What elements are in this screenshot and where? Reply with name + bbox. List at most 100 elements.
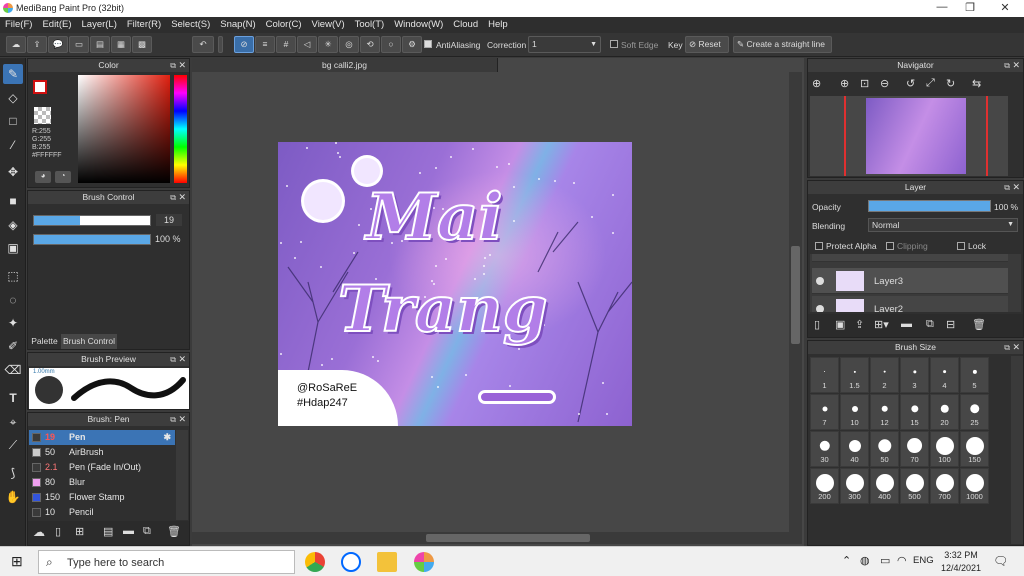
close-icon[interactable]: ✕ [178, 191, 186, 204]
curve-snap-icon[interactable]: ⟲ [360, 36, 380, 53]
rotate-left-icon[interactable]: ↺ [906, 77, 915, 90]
move-tool-icon[interactable]: ✥ [3, 162, 23, 182]
menu-window[interactable]: Window(W) [389, 17, 448, 30]
menu-color[interactable]: Color(C) [261, 17, 307, 30]
text-tool-icon[interactable]: T [3, 388, 23, 408]
brush-item-pencil[interactable]: 10 Pencil [29, 505, 175, 520]
minimize-button[interactable]: — [927, 1, 957, 15]
soft-edge-checkbox[interactable] [610, 40, 618, 48]
tab-brush-control[interactable]: Brush Control [61, 334, 117, 349]
share-icon[interactable]: ⇪ [27, 36, 47, 53]
fill-shape-tool-icon[interactable]: ■ [3, 191, 23, 211]
gradient-tool-icon[interactable]: ▣ [3, 238, 23, 258]
brush-size-option[interactable]: 2 [870, 357, 899, 393]
brush-size-option[interactable]: 400 [870, 468, 899, 504]
close-icon[interactable]: ✕ [1012, 181, 1020, 194]
brush-item-airbrush[interactable]: 50 AirBrush [29, 445, 175, 460]
snap-off-icon[interactable]: ⊘ [234, 36, 254, 53]
brush-size-scrollbar[interactable] [1011, 356, 1023, 544]
foreground-color-swatch[interactable] [33, 80, 47, 94]
brush-size-option[interactable]: 15 [900, 394, 929, 430]
snap-settings-icon[interactable]: ⚙ [402, 36, 422, 53]
copy-icon[interactable]: ⧉ [143, 525, 151, 538]
close-button[interactable]: ✕ [990, 1, 1020, 15]
select-eraser-tool-icon[interactable]: ⌫ [3, 360, 23, 380]
flip-icon[interactable]: ⇆ [972, 77, 981, 90]
trash-icon[interactable]: 🗑 [972, 318, 986, 331]
eyedropper-tool-icon[interactable]: ⟆ [3, 463, 23, 483]
folder-icon[interactable]: ▬ [123, 525, 134, 537]
close-icon[interactable]: ✕ [178, 353, 186, 366]
brush-size-option[interactable]: 1000 [960, 468, 989, 504]
new-layer-icon[interactable]: ▯ [814, 318, 820, 331]
tab-palette[interactable]: Palette [28, 334, 61, 349]
layer-opacity-slider[interactable] [868, 200, 991, 212]
brush-size-option[interactable]: 100 [930, 431, 959, 467]
windows-start-icon[interactable]: ⊞ [11, 553, 23, 570]
brush-size-option[interactable]: 12 [870, 394, 899, 430]
reset-button[interactable]: ⊘ Reset [685, 36, 729, 53]
brush-size-option[interactable]: 300 [840, 468, 869, 504]
gear-icon[interactable]: ✱ [163, 430, 171, 445]
layer-row[interactable] [812, 254, 1008, 262]
operation-tool-icon[interactable]: ⌖ [3, 412, 23, 432]
palette-icon[interactable]: ◕ [35, 171, 51, 183]
saturation-value-picker[interactable] [78, 75, 170, 183]
popout-icon[interactable]: ⧉ [170, 59, 176, 72]
brush-size-option[interactable]: 500 [900, 468, 929, 504]
brush-size-option[interactable]: 25 [960, 394, 989, 430]
tile-icon[interactable]: ▩ [132, 36, 152, 53]
merge-layer-icon[interactable]: ⊟ [946, 318, 955, 331]
zoom-icon[interactable]: ⊕ [812, 77, 821, 90]
menu-select[interactable]: Select(S) [166, 17, 215, 30]
blending-select[interactable]: Normal ▼ [868, 218, 1018, 232]
brush-size-option[interactable]: 10 [840, 394, 869, 430]
add-brush-icon[interactable]: ⊞ [75, 525, 84, 538]
menu-layer[interactable]: Layer(L) [77, 17, 122, 30]
radial-snap-icon[interactable]: ✳ [318, 36, 338, 53]
duplicate-layer-icon[interactable]: ⧉ [926, 318, 934, 331]
page-icon[interactable]: ▤ [90, 36, 110, 53]
hue-slider[interactable] [174, 75, 187, 183]
menu-tool[interactable]: Tool(T) [350, 17, 390, 30]
clipping-checkbox[interactable] [886, 242, 894, 250]
import-layer-icon[interactable]: ⇪ [855, 318, 864, 331]
layer-list-scrollbar[interactable] [1008, 254, 1021, 312]
cloud-add-icon[interactable]: ☁ [33, 525, 45, 539]
network-icon[interactable]: ◍ [860, 554, 870, 567]
correction-select[interactable]: 1 ▼ [528, 36, 601, 53]
close-icon[interactable]: ✕ [1012, 59, 1020, 72]
layer-row[interactable]: Layer2 [812, 296, 1008, 312]
add-layer-dropdown-icon[interactable]: ⊞▾ [874, 318, 889, 331]
close-icon[interactable]: ✕ [178, 413, 186, 426]
select-pen-tool-icon[interactable]: ✐ [3, 336, 23, 356]
document-tab[interactable]: bg calli2.jpg [192, 58, 498, 72]
new-image-layer-icon[interactable]: ▣ [835, 318, 845, 331]
rect-select-tool-icon[interactable]: □ [3, 111, 23, 131]
brush-size-option[interactable]: 1.5 [840, 357, 869, 393]
vertical-scroll-thumb[interactable] [791, 246, 800, 344]
rotate-right-icon[interactable]: ↻ [946, 77, 955, 90]
popout-icon[interactable]: ⧉ [1004, 181, 1010, 194]
actual-size-icon[interactable]: ⤢ [926, 77, 935, 90]
layer-row[interactable]: Layer3 [812, 268, 1008, 294]
language-indicator[interactable]: ENG [913, 555, 934, 566]
menu-view[interactable]: View(V) [307, 17, 350, 30]
brush-item-pen-fade[interactable]: 2.1 Pen (Fade In/Out) [29, 460, 175, 475]
brush-size-option[interactable]: 5 [960, 357, 989, 393]
trash-icon[interactable]: 🗑 [167, 525, 181, 538]
brush-size-option[interactable]: 150 [960, 431, 989, 467]
select-tool-icon[interactable]: ⬚ [3, 266, 23, 286]
divide-tool-icon[interactable]: ⟋ [3, 435, 23, 455]
navigator-preview[interactable] [810, 96, 1008, 176]
popout-icon[interactable]: ⧉ [170, 191, 176, 204]
zalo-icon[interactable] [341, 552, 361, 572]
chrome-icon[interactable] [305, 552, 325, 572]
concentric-snap-icon[interactable]: ◎ [339, 36, 359, 53]
popout-icon[interactable]: ⧉ [170, 353, 176, 366]
brush-size-slider[interactable] [33, 215, 151, 226]
folder-icon[interactable]: ▬ [901, 318, 912, 330]
zoom-out-icon[interactable]: ⊖ [880, 77, 889, 90]
parallel-snap-icon[interactable]: ≡ [255, 36, 275, 53]
taskbar-search[interactable]: ⌕ Type here to search [38, 550, 295, 574]
